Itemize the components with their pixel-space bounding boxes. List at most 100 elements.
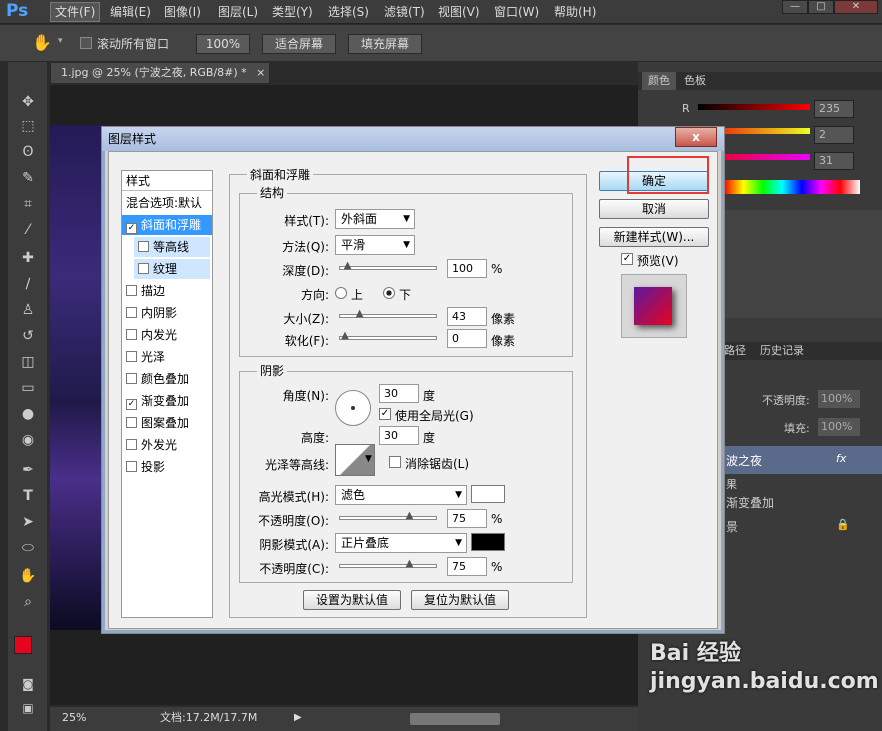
opacity-value[interactable]: 100% <box>818 390 860 408</box>
style-item-outer-glow[interactable]: 外发光 <box>122 435 212 455</box>
angle-dial[interactable] <box>335 390 371 426</box>
healing-tool-icon[interactable]: ✚ <box>16 248 40 268</box>
styles-header[interactable]: 样式 <box>122 171 212 191</box>
fill-value[interactable]: 100% <box>818 418 860 436</box>
style-item-inner-glow[interactable]: 内发光 <box>122 325 212 345</box>
depth-input[interactable]: 100 <box>447 259 487 278</box>
zoom-level[interactable]: 25% <box>62 707 86 729</box>
shadow-color-swatch[interactable] <box>471 533 505 551</box>
altitude-input[interactable]: 30 <box>379 426 419 445</box>
menu-window[interactable]: 窗口(W) <box>490 2 543 22</box>
maximize-button[interactable]: □ <box>808 0 834 14</box>
highlight-opacity-input[interactable]: 75 <box>447 509 487 528</box>
gradient-tool-icon[interactable]: ▭ <box>16 378 40 398</box>
new-style-button[interactable]: 新建样式(W)... <box>599 227 709 247</box>
stroke-checkbox[interactable] <box>126 285 137 296</box>
preview-checkbox[interactable]: ✓ <box>621 253 633 265</box>
r-value[interactable]: 235 <box>814 100 854 118</box>
outer-glow-checkbox[interactable] <box>126 439 137 450</box>
menu-layer[interactable]: 图层(L) <box>214 2 262 22</box>
brush-tool-icon[interactable]: ∕ <box>16 274 40 294</box>
chevron-down-icon[interactable]: ▾ <box>58 36 63 46</box>
blend-options-item[interactable]: 混合选项:默认 <box>122 193 212 213</box>
quick-mask-icon[interactable]: ◙ <box>16 674 40 694</box>
size-input[interactable]: 43 <box>447 307 487 326</box>
eyedropper-tool-icon[interactable]: ⁄ <box>16 220 40 240</box>
color-spectrum[interactable] <box>724 180 860 194</box>
style-item-bevel[interactable]: ✓ 斜面和浮雕 <box>122 215 212 235</box>
marquee-tool-icon[interactable]: ⬚ <box>16 116 40 136</box>
type-tool-icon[interactable]: T <box>16 486 40 506</box>
lasso-tool-icon[interactable]: ʘ <box>16 142 40 162</box>
shadow-opacity-thumb[interactable]: ▲ <box>405 559 415 569</box>
menu-type[interactable]: 类型(Y) <box>268 2 317 22</box>
eraser-tool-icon[interactable]: ◫ <box>16 352 40 372</box>
zoom-tool-icon[interactable]: ⌕ <box>16 592 40 612</box>
satin-checkbox[interactable] <box>126 351 137 362</box>
layer-row-selected[interactable]: 波之夜 fx <box>724 446 882 474</box>
style-item-gradient-overlay[interactable]: ✓ 渐变叠加 <box>122 391 212 411</box>
close-tab-icon[interactable]: × <box>256 66 265 79</box>
style-item-satin[interactable]: 光泽 <box>122 347 212 367</box>
size-slider[interactable]: ▲ <box>339 309 437 319</box>
highlight-opacity-slider[interactable]: ▲ <box>339 511 437 521</box>
soften-slider-thumb[interactable]: ▲ <box>340 331 350 341</box>
background-layer-label[interactable]: 景 <box>726 518 738 535</box>
highlight-color-swatch[interactable] <box>471 485 505 503</box>
r-slider[interactable] <box>698 104 810 110</box>
direction-down-radio[interactable] <box>383 287 395 299</box>
depth-slider-thumb[interactable]: ▲ <box>343 261 353 271</box>
menu-select[interactable]: 选择(S) <box>324 2 373 22</box>
technique-select[interactable]: 平滑 ▼ <box>335 235 415 255</box>
drop-shadow-checkbox[interactable] <box>126 461 137 472</box>
g-value[interactable]: 2 <box>814 126 854 144</box>
foreground-color-swatch[interactable] <box>14 636 32 654</box>
history-brush-icon[interactable]: ↺ <box>16 326 40 346</box>
chevron-down-icon[interactable]: ▼ <box>365 454 372 464</box>
menu-view[interactable]: 视图(V) <box>434 2 484 22</box>
shadow-mode-select[interactable]: 正片叠底 ▼ <box>335 533 467 553</box>
reset-default-button[interactable]: 复位为默认值 <box>411 590 509 610</box>
horizontal-scrollbar[interactable] <box>410 713 500 725</box>
scroll-all-checkbox[interactable] <box>80 37 92 49</box>
move-tool-icon[interactable]: ✥ <box>16 92 40 112</box>
pattern-overlay-checkbox[interactable] <box>126 417 137 428</box>
fx-icon[interactable]: fx <box>836 452 846 465</box>
global-light-checkbox[interactable]: ✓ <box>379 408 391 420</box>
dodge-tool-icon[interactable]: ◉ <box>16 430 40 450</box>
style-select[interactable]: 外斜面 ▼ <box>335 209 415 229</box>
stamp-tool-icon[interactable]: ♙ <box>16 300 40 320</box>
document-tab[interactable]: 1.jpg @ 25% (宁波之夜, RGB/8#) * × <box>50 62 270 84</box>
quick-select-tool-icon[interactable]: ✎ <box>16 168 40 188</box>
shadow-opacity-slider[interactable]: ▲ <box>339 559 437 569</box>
crop-tool-icon[interactable]: ⌗ <box>16 194 40 214</box>
contour-checkbox[interactable] <box>138 241 149 252</box>
close-window-button[interactable]: ✕ <box>834 0 878 14</box>
highlight-opacity-thumb[interactable]: ▲ <box>405 511 415 521</box>
b-value[interactable]: 31 <box>814 152 854 170</box>
depth-slider[interactable]: ▲ <box>339 261 437 271</box>
angle-input[interactable]: 30 <box>379 384 419 403</box>
pen-tool-icon[interactable]: ✒ <box>16 460 40 480</box>
soften-input[interactable]: 0 <box>447 329 487 348</box>
blur-tool-icon[interactable]: ● <box>16 404 40 424</box>
style-item-color-overlay[interactable]: 颜色叠加 <box>122 369 212 389</box>
style-item-inner-shadow[interactable]: 内阴影 <box>122 303 212 323</box>
size-slider-thumb[interactable]: ▲ <box>355 309 365 319</box>
shape-tool-icon[interactable]: ⬭ <box>16 538 40 558</box>
hand-tool-icon[interactable]: ✋ <box>16 566 40 586</box>
antialias-checkbox[interactable] <box>389 456 401 468</box>
shadow-opacity-input[interactable]: 75 <box>447 557 487 576</box>
color-overlay-checkbox[interactable] <box>126 373 137 384</box>
style-item-drop-shadow[interactable]: 投影 <box>122 457 212 477</box>
tab-color[interactable]: 颜色 <box>642 72 676 90</box>
menu-file[interactable]: 文件(F) <box>50 2 101 22</box>
path-select-icon[interactable]: ➤ <box>16 512 40 532</box>
zoom-100-button[interactable]: 100% <box>196 34 250 54</box>
effect-gradient-overlay[interactable]: 渐变叠加 <box>726 494 774 511</box>
fill-screen-button[interactable]: 填充屏幕 <box>348 34 422 54</box>
style-item-contour[interactable]: 等高线 <box>134 237 210 257</box>
style-item-texture[interactable]: 纹理 <box>134 259 210 279</box>
minimize-button[interactable]: — <box>782 0 808 14</box>
set-default-button[interactable]: 设置为默认值 <box>303 590 401 610</box>
